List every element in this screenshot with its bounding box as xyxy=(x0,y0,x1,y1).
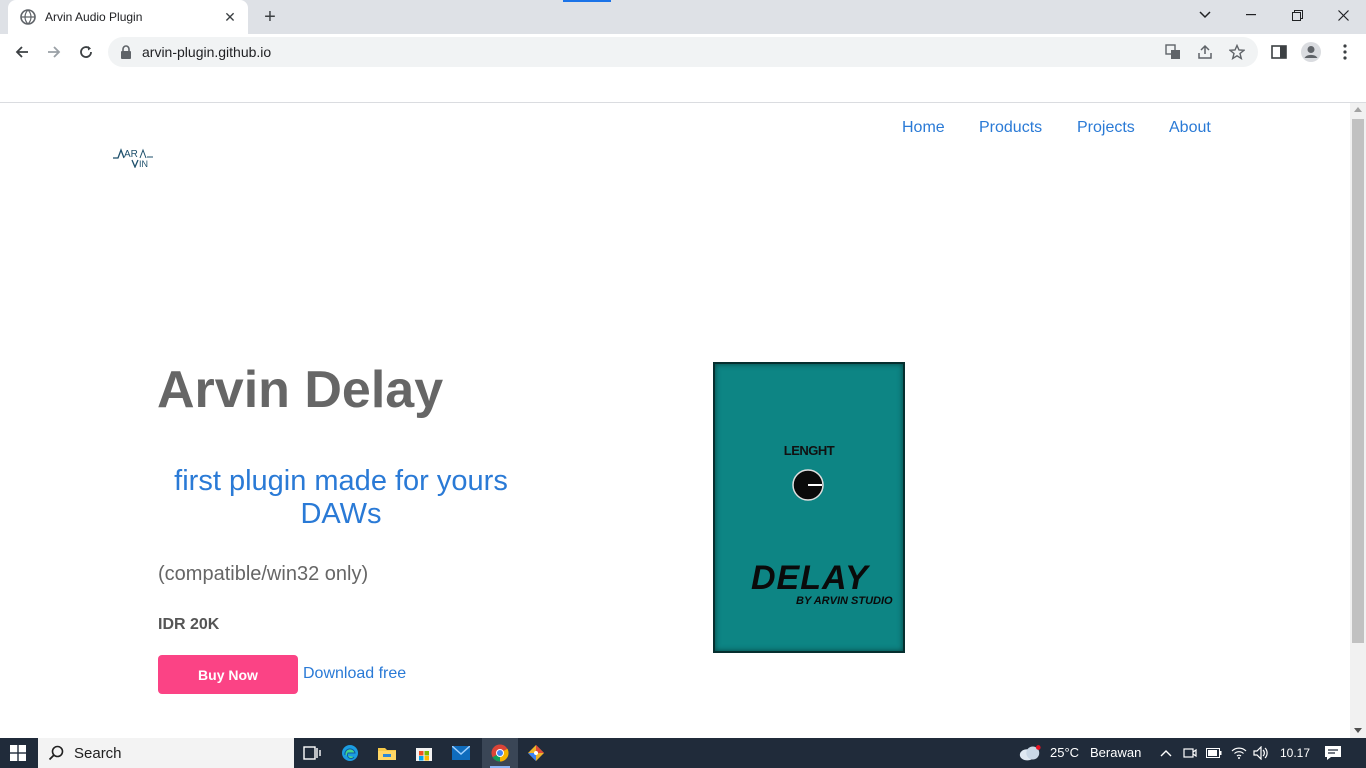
address-bar[interactable]: arvin-plugin.github.io xyxy=(108,37,1258,67)
profile-icon[interactable] xyxy=(1300,41,1322,63)
reload-icon[interactable] xyxy=(72,38,100,66)
plugin-byline: BY ARVIN STUDIO xyxy=(796,595,893,607)
plugin-name: DELAY xyxy=(751,559,869,597)
tab-accent xyxy=(563,0,611,2)
show-hidden-icons-icon[interactable] xyxy=(1154,741,1178,765)
browser-toolbar: arvin-plugin.github.io xyxy=(0,34,1366,70)
restore-icon[interactable] xyxy=(1274,0,1320,30)
price-label: IDR 20K xyxy=(158,616,220,633)
nav-home[interactable]: Home xyxy=(902,119,945,137)
menu-kebab-icon[interactable] xyxy=(1334,41,1356,63)
wifi-icon[interactable] xyxy=(1227,741,1251,765)
knob-icon xyxy=(792,469,824,501)
task-view-icon[interactable] xyxy=(300,741,324,765)
notifications-icon[interactable] xyxy=(1321,741,1345,765)
search-icon xyxy=(48,745,64,761)
back-icon[interactable] xyxy=(8,38,36,66)
url-text: arvin-plugin.github.io xyxy=(142,44,272,60)
scroll-down-icon[interactable] xyxy=(1354,728,1362,733)
compatibility-note: (compatible/win32 only) xyxy=(158,563,369,585)
browser-tab[interactable]: Arvin Audio Plugin ✕ xyxy=(8,0,248,34)
share-icon[interactable] xyxy=(1196,43,1214,61)
nav-about[interactable]: About xyxy=(1169,119,1211,137)
plugin-screenshot: LENGHT DELAY BY ARVIN STUDIO xyxy=(713,362,905,653)
minimize-icon[interactable] xyxy=(1228,0,1274,30)
search-label: Search xyxy=(74,744,122,762)
weather-cloud-icon[interactable] xyxy=(1018,741,1042,765)
product-title: Arvin Delay xyxy=(157,361,444,419)
tab-title: Arvin Audio Plugin xyxy=(45,10,143,24)
scroll-thumb[interactable] xyxy=(1352,119,1364,643)
nav-products[interactable]: Products xyxy=(979,119,1042,137)
volume-icon[interactable] xyxy=(1249,741,1273,765)
taskbar-search[interactable]: Search xyxy=(38,738,294,768)
bookmark-star-icon[interactable] xyxy=(1228,43,1246,61)
buy-now-button[interactable]: Buy Now xyxy=(158,655,298,694)
close-window-icon[interactable] xyxy=(1320,0,1366,30)
tab-strip: Arvin Audio Plugin ✕ + xyxy=(0,0,1366,34)
windows-taskbar: Search 25°C Berawan 10.17 xyxy=(0,738,1366,768)
scroll-up-icon[interactable] xyxy=(1354,107,1362,112)
windows-start-icon[interactable] xyxy=(0,738,36,768)
file-explorer-icon[interactable] xyxy=(375,741,399,765)
svg-text:IN: IN xyxy=(139,159,148,168)
download-free-link[interactable]: Download free xyxy=(303,665,406,683)
page-content: AR IN Home Products Projects About Arvin… xyxy=(0,103,1350,738)
knob-label: LENGHT xyxy=(783,443,835,458)
lock-icon xyxy=(121,45,131,59)
page-scrollbar[interactable] xyxy=(1350,103,1366,738)
chrome-icon[interactable] xyxy=(488,741,512,765)
tab-search-icon[interactable] xyxy=(1182,0,1228,30)
weather-temperature[interactable]: 25°C xyxy=(1050,745,1079,760)
translate-icon[interactable] xyxy=(1164,43,1182,61)
forward-icon[interactable] xyxy=(40,38,68,66)
site-logo[interactable]: AR IN xyxy=(112,146,156,169)
close-tab-icon[interactable]: ✕ xyxy=(222,9,238,25)
svg-text:AR: AR xyxy=(124,149,138,160)
microsoft-store-icon[interactable] xyxy=(412,741,436,765)
product-subtitle: first plugin made for yours DAWs xyxy=(174,465,508,530)
edge-icon[interactable] xyxy=(338,741,362,765)
mail-icon[interactable] xyxy=(449,741,473,765)
git-app-icon[interactable] xyxy=(524,741,548,765)
battery-icon[interactable] xyxy=(1202,741,1226,765)
nav-projects[interactable]: Projects xyxy=(1077,119,1135,137)
weather-description[interactable]: Berawan xyxy=(1090,745,1141,760)
meet-now-icon[interactable] xyxy=(1178,741,1202,765)
clock-time[interactable]: 10.17 xyxy=(1280,746,1310,760)
side-panel-icon[interactable] xyxy=(1268,41,1290,63)
globe-icon xyxy=(20,9,36,25)
new-tab-button[interactable]: + xyxy=(258,6,282,28)
